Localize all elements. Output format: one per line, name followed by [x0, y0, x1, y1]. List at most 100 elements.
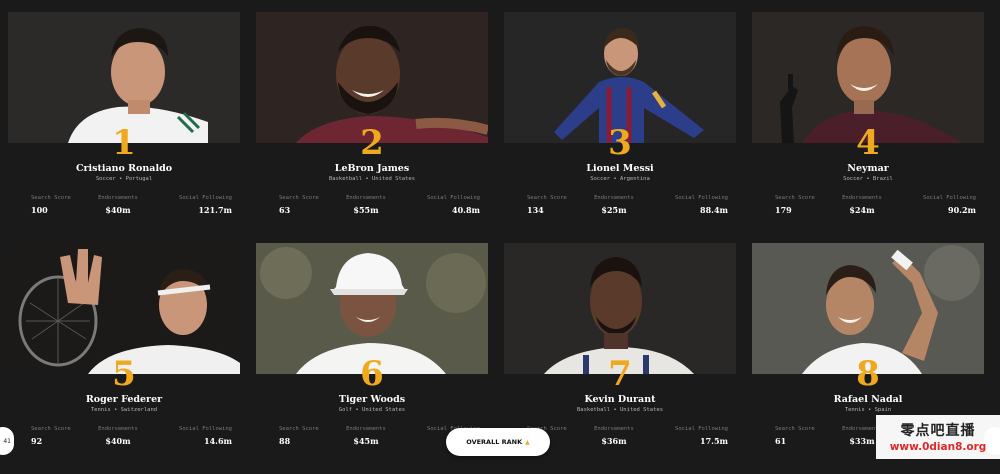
athlete-card[interactable]: 5 Roger Federer Tennis • Switzerland Sea… [8, 243, 240, 474]
athlete-sport-country: Basketball • United States [576, 407, 664, 413]
endorsements-value: $45m [353, 436, 379, 446]
search-score-value: 100 [31, 205, 48, 215]
site-watermark: 零点吧直播 www.0dian8.org [876, 415, 1000, 459]
athlete-card[interactable]: 3 Lionel Messi Soccer • Argentina Search… [504, 12, 736, 243]
endorsements-value: $25m [601, 205, 627, 215]
rank-number: 3 [608, 123, 632, 163]
endorsements-label: Endorsements [98, 426, 138, 432]
social-following-stat: Social Following 88.4m [643, 195, 728, 215]
endorsements-value: $40m [105, 436, 131, 446]
social-following-label: Social Following [427, 195, 480, 201]
search-score-label: Search Score [31, 426, 71, 432]
endorsements-label: Endorsements [842, 195, 882, 201]
search-score-stat: Search Score 92 [31, 426, 89, 446]
endorsements-value: $24m [849, 205, 875, 215]
endorsements-label: Endorsements [594, 195, 634, 201]
athlete-grid: 1 Cristiano Ronaldo Soccer • Portugal Se… [8, 12, 988, 474]
endorsements-value: $36m [601, 436, 627, 446]
athlete-name[interactable]: Tiger Woods [256, 394, 488, 405]
athlete-card[interactable]: 2 LeBron James Basketball • United State… [256, 12, 488, 243]
athlete-stats: Search Score 100 Endorsements $40m Socia… [31, 195, 232, 215]
athlete-sport-country: Tennis • Switzerland [90, 407, 158, 413]
endorsements-value: $55m [353, 205, 379, 215]
social-following-value: 17.5m [700, 436, 728, 446]
search-score-value: 92 [31, 436, 43, 446]
overall-rank-button[interactable]: OVERALL RANK ▲ [446, 428, 550, 456]
endorsements-stat: Endorsements $36m [585, 426, 643, 446]
social-following-label: Social Following [923, 195, 976, 201]
watermark-url: www.0dian8.org [889, 441, 987, 453]
endorsements-value: $40m [105, 205, 131, 215]
search-score-stat: Search Score 134 [527, 195, 585, 215]
athlete-sport-country: Basketball • United States [328, 176, 416, 182]
athlete-sport-country: Golf • United States [338, 407, 406, 413]
athlete-name[interactable]: LeBron James [256, 163, 488, 174]
overall-rank-label: OVERALL RANK [466, 438, 523, 446]
athlete-name[interactable]: Roger Federer [8, 394, 240, 405]
social-following-stat: Social Following 14.6m [147, 426, 232, 446]
athlete-stats: Search Score 134 Endorsements $25m Socia… [527, 195, 728, 215]
athlete-name[interactable]: Kevin Durant [504, 394, 736, 405]
social-following-value: 88.4m [700, 205, 728, 215]
search-score-label: Search Score [527, 195, 567, 201]
social-following-label: Social Following [675, 195, 728, 201]
search-score-label: Search Score [31, 195, 71, 201]
social-following-label: Social Following [179, 426, 232, 432]
rank-number: 1 [112, 123, 136, 163]
athlete-card[interactable]: 4 Neymar Soccer • Brazil Search Score 17… [752, 12, 984, 243]
rank-number: 2 [360, 123, 384, 163]
athlete-name[interactable]: Rafael Nadal [752, 394, 984, 405]
social-following-value: 121.7m [198, 205, 232, 215]
social-following-value: 40.8m [452, 205, 480, 215]
endorsements-stat: Endorsements $25m [585, 195, 643, 215]
athlete-card[interactable]: 1 Cristiano Ronaldo Soccer • Portugal Se… [8, 12, 240, 243]
endorsements-stat: Endorsements $24m [833, 195, 891, 215]
search-score-label: Search Score [279, 426, 319, 432]
athlete-sport-country: Tennis • Spain [844, 407, 892, 413]
search-score-stat: Search Score 179 [775, 195, 833, 215]
sort-arrow-icon: ▲ [525, 438, 530, 446]
athlete-name[interactable]: Cristiano Ronaldo [8, 163, 240, 174]
rank-number: 4 [856, 123, 880, 163]
athlete-name[interactable]: Neymar [752, 163, 984, 174]
search-score-value: 63 [279, 205, 291, 215]
search-score-value: 88 [279, 436, 291, 446]
athlete-stats: Search Score 179 Endorsements $24m Socia… [775, 195, 976, 215]
search-score-stat: Search Score 100 [31, 195, 89, 215]
search-score-value: 179 [775, 205, 792, 215]
rank-number: 5 [112, 354, 136, 394]
athlete-stats: Search Score 92 Endorsements $40m Social… [31, 426, 232, 446]
endorsements-label: Endorsements [346, 195, 386, 201]
search-score-label: Search Score [775, 426, 815, 432]
athlete-stats: Search Score Endorsements $36m Social Fo… [527, 426, 728, 446]
social-following-value: 90.2m [948, 205, 976, 215]
athlete-sport-country: Soccer • Brazil [843, 176, 893, 182]
social-following-label: Social Following [675, 426, 728, 432]
endorsements-stat: Endorsements $40m [89, 426, 147, 446]
search-score-value: 61 [775, 436, 787, 446]
endorsements-stat: Endorsements $45m [337, 426, 395, 446]
search-score-label: Search Score [775, 195, 815, 201]
social-following-stat: Social Following 121.7m [147, 195, 232, 215]
search-score-stat: Search Score 88 [279, 426, 337, 446]
athlete-sport-country: Soccer • Portugal [95, 176, 153, 182]
rank-number: 8 [856, 354, 880, 394]
search-score-stat: Search Score 63 [279, 195, 337, 215]
search-score-value: 134 [527, 205, 544, 215]
social-following-label: Social Following [179, 195, 232, 201]
search-score-stat: Search Score 61 [775, 426, 833, 446]
rank-number: 6 [360, 354, 384, 394]
social-following-stat: Social Following 40.8m [395, 195, 480, 215]
endorsements-stat: Endorsements $40m [89, 195, 147, 215]
search-score-label: Search Score [279, 195, 319, 201]
athlete-stats: Search Score 63 Endorsements $55m Social… [279, 195, 480, 215]
social-following-stat: Social Following 90.2m [891, 195, 976, 215]
social-following-stat: Social Following 17.5m [643, 426, 728, 446]
endorsements-label: Endorsements [346, 426, 386, 432]
endorsements-label: Endorsements [98, 195, 138, 201]
athlete-name[interactable]: Lionel Messi [504, 163, 736, 174]
endorsements-stat: Endorsements $55m [337, 195, 395, 215]
athlete-sport-country: Soccer • Argentina [590, 176, 650, 182]
watermark-title: 零点吧直播 [900, 423, 976, 439]
endorsements-label: Endorsements [594, 426, 634, 432]
